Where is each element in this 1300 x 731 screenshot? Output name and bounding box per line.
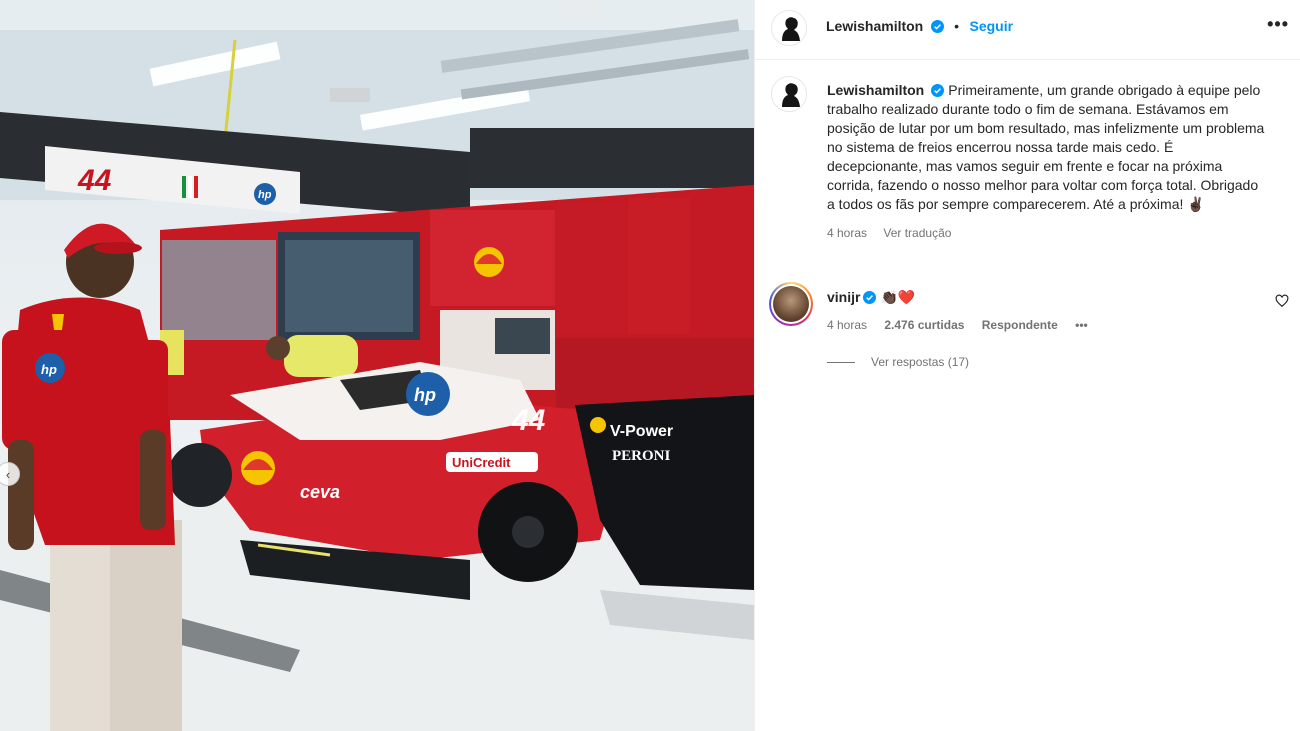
post-photo[interactable]: 44 hp hp 44 UniCredit ceva V-Power PERON… <box>0 0 754 731</box>
comment-likes[interactable]: 2.476 curtidas <box>884 318 964 332</box>
caption-text-container: Lewishamilton Primeiramente, um grande ob… <box>827 81 1267 243</box>
svg-text:UniCredit: UniCredit <box>452 455 511 470</box>
svg-text:hp: hp <box>41 362 57 377</box>
header-separator: • <box>954 18 960 34</box>
author-username[interactable]: Lewishamilton <box>826 18 923 34</box>
caption-body: Primeiramente, um grande obrigado à equi… <box>827 82 1265 212</box>
comment-meta: 4 horas 2.476 curtidas Respondente ••• <box>827 318 1102 332</box>
instagram-post-view: 44 hp hp 44 UniCredit ceva V-Power PERON… <box>0 0 1300 731</box>
commenter-username[interactable]: vinijr <box>827 289 860 305</box>
svg-text:V-Power: V-Power <box>610 423 673 440</box>
caption-meta: 4 horas Ver tradução <box>827 224 1267 243</box>
post-details-panel: Lewishamilton • Seguir ••• Lewishamilton… <box>754 0 1300 731</box>
replies-divider <box>827 361 855 363</box>
comment-options-icon[interactable]: ••• <box>1075 318 1088 332</box>
comment-text-row: vinijr 👏🏿❤️ <box>827 289 915 306</box>
see-translation-link[interactable]: Ver tradução <box>883 226 951 240</box>
svg-text:44: 44 <box>511 404 546 437</box>
avatar-ring-inner <box>771 284 811 324</box>
commenter-photo <box>773 286 809 322</box>
more-options-icon[interactable]: ••• <box>1267 14 1289 35</box>
svg-text:PERONI: PERONI <box>612 448 671 464</box>
view-replies-label: Ver respostas (17) <box>871 355 970 369</box>
verified-badge-icon <box>930 20 944 33</box>
caption-author-avatar[interactable] <box>771 76 807 112</box>
svg-text:hp: hp <box>414 385 436 405</box>
view-replies-button[interactable]: Ver respostas (17) <box>827 355 969 369</box>
verified-badge-icon <box>863 291 877 304</box>
like-comment-heart-icon[interactable] <box>1275 294 1289 308</box>
caption-time[interactable]: 4 horas <box>827 226 867 240</box>
reply-button[interactable]: Respondente <box>982 318 1058 332</box>
chevron-left-icon: ‹ <box>5 466 11 482</box>
comment-body: 👏🏿❤️ <box>880 289 916 305</box>
author-avatar[interactable] <box>771 10 807 46</box>
verified-badge-icon <box>931 84 945 97</box>
follow-button[interactable]: Seguir <box>970 18 1014 34</box>
commenter-avatar[interactable] <box>769 282 813 326</box>
author-silhouette-icon <box>772 11 806 45</box>
car-number-board: 44 <box>77 164 112 197</box>
svg-text:hp: hp <box>258 189 272 201</box>
comment-time[interactable]: 4 horas <box>827 318 867 332</box>
caption-username[interactable]: Lewishamilton <box>827 82 924 98</box>
post-header: Lewishamilton • Seguir ••• <box>755 0 1300 60</box>
header-author-row: Lewishamilton • Seguir <box>826 18 1013 36</box>
garage-scene-illustration: 44 hp hp 44 UniCredit ceva V-Power PERON… <box>0 0 754 731</box>
author-silhouette-icon <box>772 77 806 111</box>
svg-text:ceva: ceva <box>300 482 340 502</box>
